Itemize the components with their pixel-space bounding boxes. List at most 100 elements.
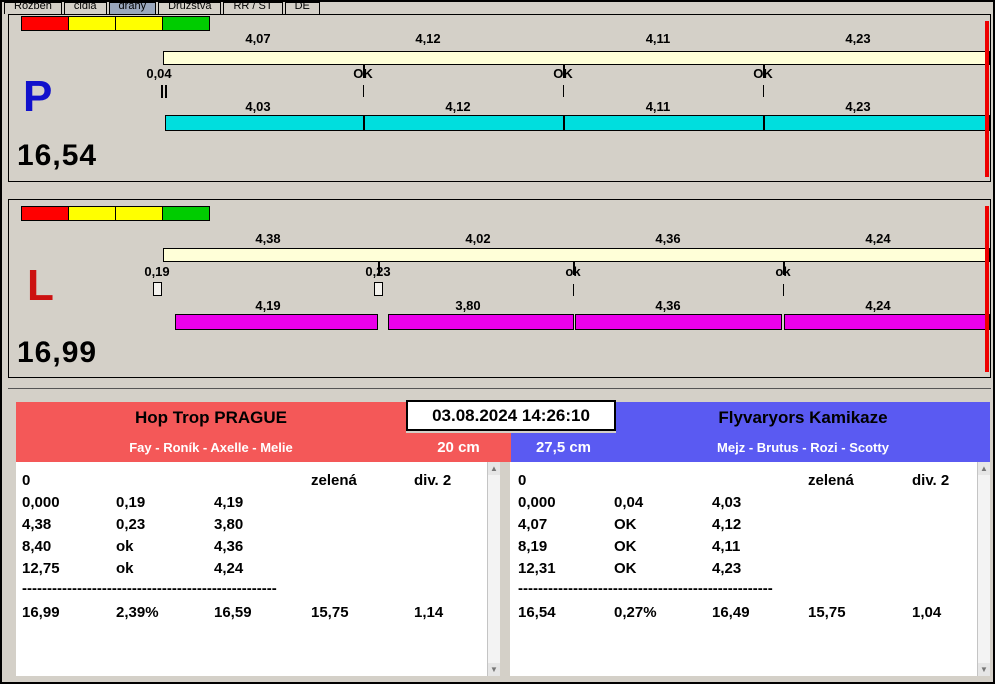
cell: 3,80 — [214, 516, 244, 533]
scrollbar-left-table[interactable]: ▲ ▼ — [487, 462, 500, 676]
sensor-mark: 0,23 — [365, 264, 391, 279]
cell: zelená — [311, 472, 357, 489]
cell: 15,75 — [808, 604, 846, 621]
finish-line-strip — [985, 21, 989, 177]
tab-rr-st[interactable]: RR / ST — [223, 2, 283, 14]
cell: OK — [614, 516, 637, 533]
split-time: 4,36 — [655, 231, 681, 246]
scoreboard: Hop Trop PRAGUE 03.08.2024 14:26:10 Flyv… — [8, 400, 991, 678]
cell: 12,75 — [22, 560, 60, 577]
split-time: 4,12 — [445, 99, 471, 114]
segment-tick — [563, 85, 564, 97]
progress-bar-dogs-l — [784, 314, 990, 330]
team-left-name: Hop Trop PRAGUE — [134, 407, 288, 427]
progress-bar-dogs-l — [175, 314, 378, 330]
lane-total-p: 16,54 — [17, 139, 98, 172]
bar-separator — [363, 115, 365, 131]
cell: 1,04 — [912, 604, 942, 621]
scrollbar-right-table[interactable]: ▲ ▼ — [977, 462, 990, 676]
cell: 4,24 — [214, 560, 244, 577]
divider-line — [8, 388, 991, 389]
tab-de[interactable]: DE — [284, 2, 320, 14]
cell: 0,27% — [614, 604, 657, 621]
segment-tick — [363, 85, 364, 97]
light-yellow-icon — [68, 206, 116, 221]
fault-box-marker — [153, 282, 162, 296]
table-row: 4,38 0,23 3,80 — [16, 516, 487, 538]
cell: 4,07 — [518, 516, 548, 533]
cell: ok — [116, 560, 134, 577]
cell: 0 — [22, 472, 31, 489]
split-time: 4,19 — [255, 298, 281, 313]
result-table-left: 0 zelená div. 2 0,000 0,19 4,19 4,38 0,2… — [16, 462, 500, 676]
tab-cidla[interactable]: čidla — [63, 2, 107, 14]
table-row: 8,19 OK 4,11 — [510, 538, 977, 560]
progress-bar-sensors-l — [163, 248, 990, 262]
result-table-right: 0 zelená div. 2 0,000 0,04 4,03 4,07 OK … — [510, 462, 990, 676]
table-header-row: 0 zelená div. 2 — [510, 472, 977, 494]
finish-line-strip — [985, 206, 989, 372]
tab-druzstva[interactable]: Družstva — [158, 2, 222, 14]
sensor-mark: OK — [553, 66, 573, 81]
run-timestamp: 03.08.2024 14:26:10 — [406, 400, 616, 431]
sensor-mark: OK — [353, 66, 373, 81]
cell: div. 2 — [414, 472, 452, 489]
cell: OK — [614, 538, 637, 555]
cell: 2,39% — [116, 604, 159, 621]
segment-tick — [783, 284, 784, 296]
fault-box-marker — [374, 282, 383, 296]
table-row: 0,000 0,04 4,03 — [510, 494, 977, 516]
lane-panel-p: 4,07 4,12 4,11 4,23 0,04 OK OK OK 4,03 4… — [8, 14, 991, 182]
start-lights-l — [21, 206, 210, 221]
table-row: 4,07 OK 4,12 — [510, 516, 977, 538]
table-row: 12,31 OK 4,23 — [510, 560, 977, 582]
split-time: 4,03 — [245, 99, 271, 114]
sensor-mark: 0,19 — [144, 264, 170, 279]
light-yellow-icon — [115, 206, 163, 221]
light-red-icon — [21, 206, 69, 221]
start-fault-marker — [161, 85, 167, 98]
cell: 4,12 — [712, 516, 742, 533]
lane-total-l: 16,99 — [17, 336, 98, 369]
scroll-down-icon[interactable]: ▼ — [488, 663, 500, 676]
cell: 12,31 — [518, 560, 556, 577]
light-green-icon — [162, 16, 210, 31]
cell: 16,99 — [22, 604, 60, 621]
cell: div. 2 — [912, 472, 950, 489]
cell: 0,000 — [518, 494, 556, 511]
tab-rozbeh[interactable]: Rozběh — [4, 2, 62, 14]
sensor-mark: 0,04 — [146, 66, 172, 81]
split-time: 4,24 — [865, 298, 891, 313]
sensor-mark: OK — [753, 66, 773, 81]
cell: 4,03 — [712, 494, 742, 511]
table-header-row: 0 zelená div. 2 — [16, 472, 487, 494]
scroll-down-icon[interactable]: ▼ — [978, 663, 990, 676]
light-yellow-icon — [115, 16, 163, 31]
light-yellow-icon — [68, 16, 116, 31]
team-left-members: Fay - Roník - Axelle - Melie — [129, 440, 293, 455]
bar-separator — [763, 115, 765, 131]
split-time: 4,02 — [465, 231, 491, 246]
table-row: 8,40 ok 4,36 — [16, 538, 487, 560]
separator-dashes: ----------------------------------------… — [518, 580, 773, 597]
progress-bar-sensors-p — [163, 51, 990, 65]
cell: 16,59 — [214, 604, 252, 621]
table-totals-row: 16,99 2,39% 16,59 15,75 1,14 — [16, 604, 487, 626]
separator-dashes: ----------------------------------------… — [22, 580, 277, 597]
scroll-up-icon[interactable]: ▲ — [488, 462, 500, 475]
split-time: 3,80 — [455, 298, 481, 313]
team-right-members-bar: Mejz - Brutus - Rozi - Scotty — [616, 433, 990, 462]
tab-drahy[interactable]: dráhy — [108, 2, 157, 14]
cell: ok — [116, 538, 134, 555]
cell: 8,40 — [22, 538, 52, 555]
cell: 4,23 — [712, 560, 742, 577]
segment-tick — [573, 284, 574, 296]
scroll-up-icon[interactable]: ▲ — [978, 462, 990, 475]
tab-label: Družstva — [168, 2, 212, 12]
cell: 16,54 — [518, 604, 556, 621]
cell: 4,38 — [22, 516, 52, 533]
team-left-members-bar: Fay - Roník - Axelle - Melie — [16, 433, 406, 462]
table-row: 0,000 0,19 4,19 — [16, 494, 487, 516]
cell: 1,14 — [414, 604, 444, 621]
tab-label: Rozběh — [14, 2, 52, 12]
